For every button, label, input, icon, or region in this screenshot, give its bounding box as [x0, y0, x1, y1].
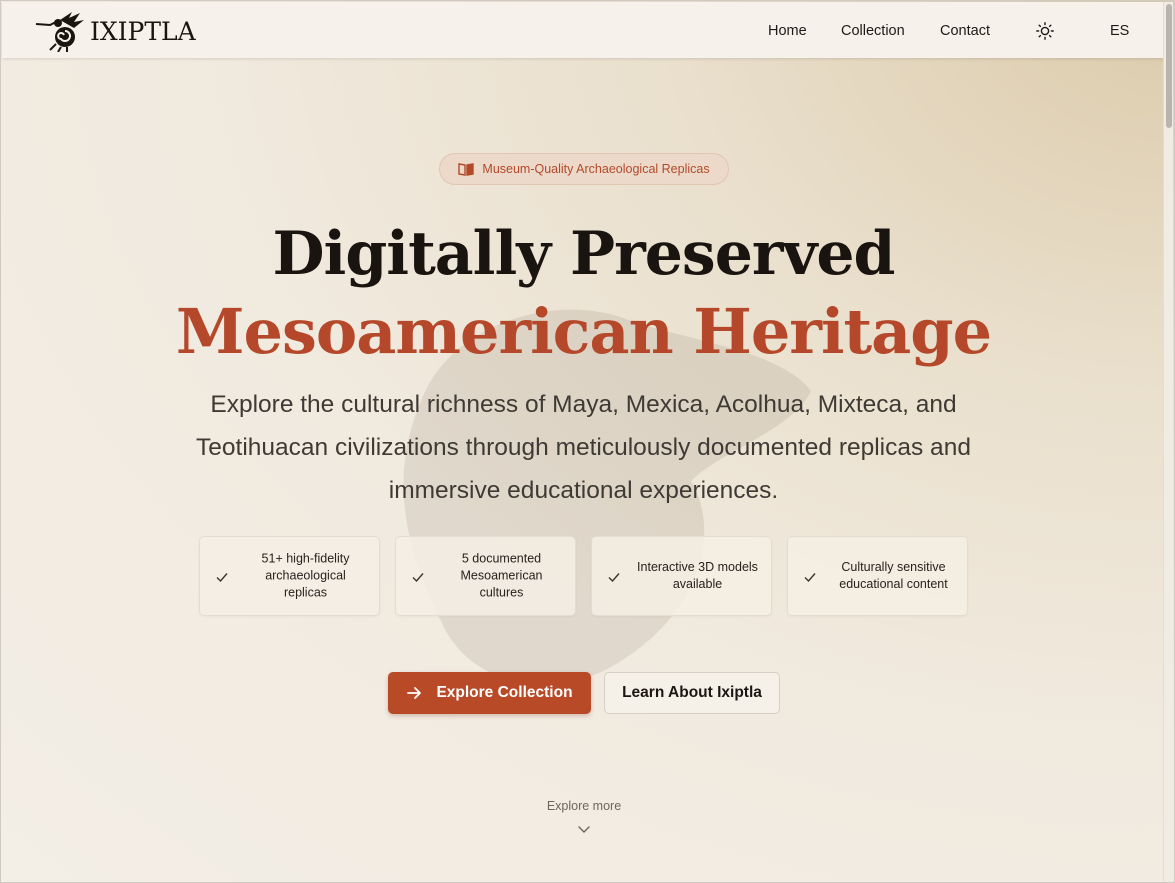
explore-collection-label: Explore Collection [436, 684, 573, 701]
brand-logo[interactable]: IXIPTLA [34, 10, 196, 52]
check-icon [804, 573, 816, 583]
page-frame: IXIPTLA Home Collection Contact ES Museu… [0, 0, 1175, 883]
chevron-down-icon[interactable] [577, 824, 591, 836]
feature-card: 5 documented Mesoamerican cultures [395, 536, 576, 616]
book-open-icon [458, 163, 475, 176]
hero-title-line2: Mesoamerican Heritage [175, 295, 992, 368]
site-header: IXIPTLA Home Collection Contact ES [2, 2, 1165, 58]
learn-about-button[interactable]: Learn About Ixiptla [604, 672, 780, 714]
badge-label: Museum-Quality Archaeological Replicas [482, 162, 710, 176]
feature-text: 51+ high-fidelity archaeological replica… [261, 551, 350, 600]
brand-name: IXIPTLA [90, 16, 196, 46]
check-icon [412, 573, 424, 583]
hummingbird-logo-icon [35, 12, 84, 52]
feature-text: 5 documented Mesoamerican cultures [460, 551, 543, 600]
nav-home[interactable]: Home [768, 23, 807, 39]
explore-more-link[interactable]: Explore more [484, 799, 684, 813]
feature-card: Culturally sensitive educational content [787, 536, 968, 616]
hero-title-line1: Digitally Preserved [272, 219, 896, 289]
nav-collection[interactable]: Collection [841, 23, 905, 39]
feature-card: Interactive 3D models available [591, 536, 772, 616]
sun-icon[interactable] [1036, 22, 1054, 40]
page-scrollbar[interactable] [1163, 2, 1173, 882]
feature-text: Culturally sensitive educational content [839, 560, 948, 591]
learn-about-label: Learn About Ixiptla [622, 684, 762, 701]
feature-card: 51+ high-fidelity archaeological replica… [199, 536, 380, 616]
feature-text: Interactive 3D models available [637, 560, 758, 591]
nav-contact[interactable]: Contact [940, 23, 990, 39]
hero-subtitle: Explore the cultural richness of Maya, M… [196, 391, 971, 504]
explore-collection-button[interactable]: Explore Collection [388, 672, 591, 714]
check-icon [608, 573, 620, 583]
scrollbar-thumb[interactable] [1166, 4, 1172, 128]
arrow-right-icon [407, 687, 422, 699]
check-icon [216, 573, 228, 583]
hero-badge: Museum-Quality Archaeological Replicas [439, 153, 729, 185]
language-toggle[interactable]: ES [1110, 23, 1129, 39]
